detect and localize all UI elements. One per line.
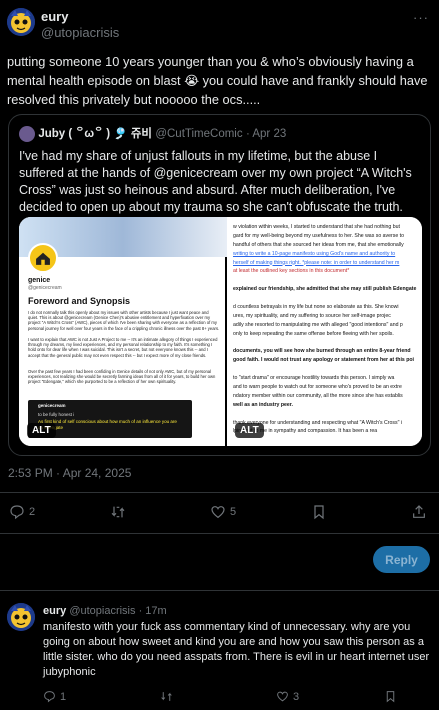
doc-right-line: gard for my well-being beyond my usefuln… — [233, 232, 404, 239]
author-name[interactable]: eury — [41, 9, 68, 24]
quote-avatar — [19, 125, 35, 142]
doc-right-line: ures, my spirituality, and my suffering … — [233, 312, 391, 319]
quote-author-name: Juby ( ꒪ω꒪ ) 🎐 쥬비 — [38, 128, 152, 140]
reply-bookmark-action[interactable] — [384, 690, 397, 703]
doc-right-line: handful of others that she sourced her i… — [233, 241, 404, 248]
doc-right-line: ndatory member within our community, all… — [233, 392, 403, 399]
media-image-left[interactable]: genice @genicecream Foreword and Synopsi… — [19, 217, 227, 446]
quote-media[interactable]: genice @genicecream Foreword and Synopsi… — [19, 217, 422, 446]
doc-right-line — [233, 276, 417, 285]
alt-badge-right[interactable]: ALT — [235, 423, 264, 438]
doc-right-line — [233, 410, 417, 419]
doc-right-text: w violation within weeks, I started to u… — [233, 223, 417, 436]
repost-action[interactable] — [110, 504, 126, 520]
reply-icon — [44, 691, 55, 703]
reply-header: eury @utopiacrisis · 17m — [43, 605, 167, 617]
doc-right-line: herself of making things right. *please … — [233, 259, 400, 266]
divider-top — [0, 492, 439, 493]
quoted-post[interactable]: Juby ( ꒪ω꒪ ) 🎐 쥬비 @CutTimeComic · Apr 23… — [8, 114, 431, 456]
reply-text: manifesto with your fuck ass commentary … — [43, 621, 430, 678]
quote-text: I've had my share of unjust fallouts in … — [19, 149, 412, 214]
alt-badge-left[interactable]: ALT — [27, 423, 56, 438]
doc-right-line — [233, 365, 417, 374]
reply-icon — [10, 505, 24, 520]
reply-count: 2 — [29, 506, 36, 518]
doc-right-line: to "start drama" or encourage hostility … — [233, 375, 395, 382]
doc-heading: Foreword and Synopsis — [28, 296, 131, 306]
doc-avatar — [28, 243, 58, 273]
doc-embed-text: to be fully honest i — [38, 412, 75, 417]
post-actions: 2 5 — [0, 504, 439, 528]
doc-right-line: d countless betrayals in my life but non… — [233, 304, 399, 311]
doc-right-line — [233, 339, 417, 348]
doc-right-line: writing to write a 10-page manifesto usi… — [233, 250, 396, 257]
doc-handle: @genicecream — [28, 285, 62, 291]
author-avatar[interactable] — [7, 8, 35, 36]
doc-right-line: good faith. I would not trust any apolog… — [233, 357, 414, 364]
doc-right-line: only to keep repeating the same offense … — [233, 330, 394, 337]
doc-right-line: and to warn people to watch out for some… — [233, 384, 402, 391]
quote-author-handle: @CutTimeComic — [155, 128, 243, 140]
reply-author-handle[interactable]: @utopiacrisis — [69, 605, 135, 617]
reply-like-count: 3 — [293, 690, 300, 703]
repost-icon — [161, 692, 172, 701]
author-handle[interactable]: @utopiacrisis — [41, 25, 119, 40]
divider-reply — [0, 590, 439, 591]
quote-header: Juby ( ꒪ω꒪ ) 🎐 쥬비 @CutTimeComic · Apr 23 — [19, 125, 286, 142]
reply-button[interactable]: Reply — [373, 546, 430, 573]
like-action[interactable]: 5 — [210, 504, 236, 520]
reply-repost-action[interactable] — [160, 690, 173, 703]
doc-right-line: well as an industry peer. — [233, 401, 293, 408]
doc-paragraph-2: I want to explain that AWC is not Just A… — [28, 337, 218, 358]
share-action[interactable] — [411, 504, 427, 520]
doc-right-line: explained our friendship, she admitted t… — [233, 286, 417, 293]
bookmark-icon — [314, 505, 324, 520]
doc-right-line: documents, you will see how she burned t… — [233, 348, 411, 355]
bookmark-action[interactable] — [311, 504, 327, 520]
reply-time: · 17m — [138, 605, 167, 617]
doc-embed-highlight: As first kind of self conscious about ho… — [38, 419, 177, 430]
media-image-right[interactable]: w violation within weeks, I started to u… — [227, 217, 422, 446]
reply-like-action[interactable]: 3 — [276, 690, 299, 703]
doc-right-line: at least the outlined key sections in th… — [233, 268, 350, 275]
doc-right-line: adily she resorted to manipulating me wi… — [233, 321, 403, 328]
reply-author-name[interactable]: eury — [43, 605, 66, 617]
doc-right-line: w violation within weeks, I started to u… — [233, 224, 400, 230]
more-options-icon[interactable]: ··· — [413, 10, 429, 25]
repost-icon — [111, 506, 125, 518]
bookmark-icon — [386, 691, 395, 703]
reply-author-avatar[interactable] — [7, 603, 35, 631]
house-icon — [36, 252, 50, 265]
doc-right-line — [233, 294, 417, 303]
divider-bottom — [0, 533, 439, 534]
doc-paragraph-3: Over the past few years I had been confi… — [28, 369, 216, 385]
post-timestamp[interactable]: 2:53 PM · Apr 24, 2025 — [8, 466, 131, 480]
like-icon — [211, 506, 225, 519]
like-icon — [277, 691, 288, 702]
quote-date: · Apr 23 — [245, 128, 287, 140]
share-icon — [413, 505, 425, 518]
reply-actions: 1 3 — [0, 690, 439, 710]
like-count: 5 — [230, 506, 237, 518]
avatar-icon — [7, 603, 35, 631]
avatar-icon — [7, 8, 35, 36]
reply-action[interactable]: 2 — [9, 504, 35, 520]
doc-embed-name: genicecream — [38, 403, 66, 408]
reply-reply-action[interactable]: 1 — [43, 690, 66, 703]
doc-paragraph-1: I do not normally talk this openly about… — [28, 310, 220, 331]
reply-reply-count: 1 — [60, 690, 67, 703]
post-text: putting someone 10 years younger than yo… — [7, 54, 428, 107]
doc-name: genice — [28, 277, 51, 284]
